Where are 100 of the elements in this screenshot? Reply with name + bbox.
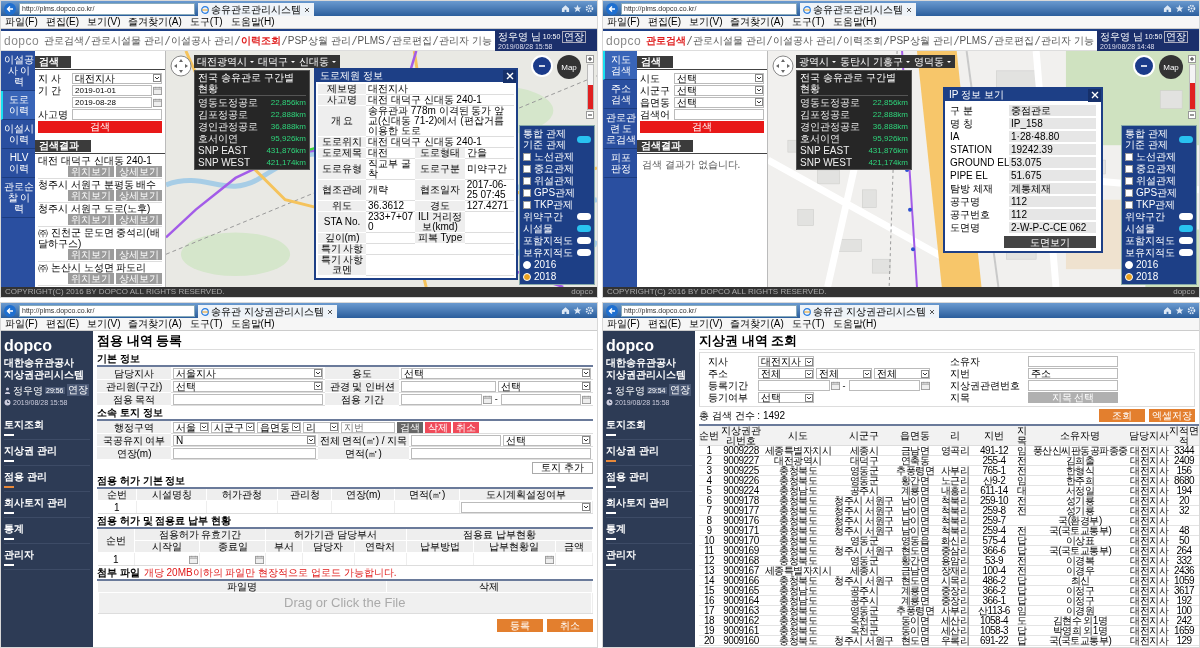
checkbox[interactable] [1125, 200, 1133, 209]
close-icon[interactable] [325, 307, 334, 316]
text-field[interactable] [411, 447, 591, 459]
menu-item[interactable]: 즐겨찾기(A) [128, 318, 182, 330]
dropdown[interactable]: N [173, 434, 316, 446]
nav-link[interactable]: 이력조회 [842, 34, 883, 47]
date-field[interactable] [848, 380, 920, 391]
search-button[interactable]: 검색 [640, 121, 764, 133]
side-tab[interactable]: 도로 이력 [1, 91, 35, 120]
result-title[interactable]: ㈜ 진천군 문도면 중석리(배달하구스) [38, 227, 162, 249]
sidebar-menu-item[interactable]: 통계 [4, 518, 90, 544]
menu-item[interactable]: 편집(E) [45, 318, 80, 330]
menu-item[interactable]: 즐겨찾기(A) [730, 16, 784, 28]
plus-icon[interactable] [1188, 55, 1196, 63]
checkbox[interactable] [523, 188, 531, 197]
dropdown[interactable]: 선택 [503, 434, 591, 446]
text-field[interactable] [173, 447, 316, 459]
dropdown[interactable]: 동탄시 기흥구 [840, 56, 911, 67]
radio-button[interactable] [1125, 272, 1133, 281]
drawing-view-button[interactable]: 도면보기 [1004, 236, 1096, 248]
radio-button[interactable] [523, 260, 531, 269]
menu-item[interactable]: 도구(T) [791, 318, 825, 330]
dropdown[interactable]: 선택 [674, 72, 764, 84]
nav-link[interactable]: 이력조회 [240, 34, 281, 47]
text-field[interactable]: 지번 [341, 421, 395, 433]
toggle-switch[interactable] [1179, 249, 1193, 256]
menu-item[interactable]: 즐겨찾기(A) [730, 318, 784, 330]
toggle-switch[interactable] [577, 237, 591, 244]
checkbox[interactable] [1125, 164, 1133, 173]
sidebar-menu-item[interactable]: 토지조회 [4, 414, 90, 440]
sidebar-menu-item[interactable]: 점용 관리 [4, 466, 90, 492]
calendar-icon[interactable] [544, 554, 554, 564]
back-arrow-icon[interactable] [606, 304, 618, 317]
zoom-slider[interactable] [1188, 64, 1196, 110]
logo[interactable]: dopco [4, 337, 90, 355]
dropdown[interactable]: 대전지사 [758, 356, 814, 367]
extend-button[interactable]: 연장 [1164, 30, 1189, 43]
checkbox[interactable] [523, 164, 531, 173]
dropdown[interactable]: 대덕구 [258, 56, 296, 67]
checkbox[interactable] [1125, 152, 1133, 161]
result-title[interactable]: 대전 대덕구 신대동 240-1 [38, 155, 162, 166]
settings-icon[interactable] [585, 4, 594, 13]
toggle-switch[interactable] [577, 225, 591, 232]
date-field[interactable]: 2019-08-28 [72, 96, 152, 108]
menu-item[interactable]: 파일(F) [607, 16, 640, 28]
calendar-icon[interactable] [830, 381, 840, 390]
sidebar-menu-item[interactable]: 관리자 [4, 544, 90, 570]
text-field[interactable] [674, 108, 764, 120]
calendar-icon[interactable] [254, 554, 264, 564]
star-icon[interactable] [1175, 4, 1184, 13]
side-tab[interactable]: 지도 검색 [603, 51, 637, 80]
date-field[interactable] [758, 380, 830, 391]
toggle-switch[interactable] [577, 249, 591, 256]
menu-item[interactable]: 편집(E) [45, 16, 80, 28]
dropdown[interactable]: 선택 [674, 96, 764, 108]
dropdown[interactable]: 리 [303, 421, 339, 433]
nav-link[interactable]: 관로검색 [44, 34, 85, 47]
dropdown[interactable]: 선택 [173, 380, 324, 392]
nav-link[interactable]: 관로편집 [993, 34, 1034, 47]
dropdown[interactable]: 선택 [498, 380, 591, 392]
menu-item[interactable]: 편집(E) [647, 318, 682, 330]
dropdown[interactable]: 서울지사 [173, 367, 324, 379]
logo[interactable]: dopco [606, 33, 642, 48]
result-title[interactable]: 청주시 서원구 분평동 배수 [38, 179, 162, 190]
nav-link[interactable]: 관로시설물 관리 [91, 34, 164, 47]
nav-link[interactable]: 이설공사 관리 [773, 34, 836, 47]
logo[interactable]: dopco [606, 337, 692, 355]
result-title[interactable]: 청주시 서원구 도로(노후) [38, 203, 162, 214]
nav-link[interactable]: 관로시설물 관리 [693, 34, 766, 47]
minus-icon[interactable] [1188, 111, 1196, 119]
back-arrow-icon[interactable] [606, 2, 618, 15]
pan-control-icon[interactable] [772, 55, 794, 77]
dropdown[interactable]: 서울 [173, 421, 209, 433]
logo[interactable]: dopco [4, 33, 40, 48]
menu-item[interactable]: 도움말(H) [230, 16, 275, 28]
menu-item[interactable]: 도구(T) [791, 16, 825, 28]
star-icon[interactable] [573, 4, 582, 13]
add-land-button[interactable]: 토지 추가 [532, 462, 593, 474]
checkbox[interactable] [523, 152, 531, 161]
home-icon[interactable] [1163, 306, 1172, 315]
text-field[interactable] [173, 393, 324, 405]
extend-button[interactable]: 연장 [66, 384, 89, 396]
radio-button[interactable] [1125, 260, 1133, 269]
sidebar-menu-item[interactable]: 지상권 관리 [606, 440, 692, 466]
calendar-icon[interactable] [153, 85, 162, 95]
dropdown[interactable]: 전체 [874, 368, 930, 379]
menu-item[interactable]: 도구(T) [189, 318, 223, 330]
back-arrow-icon[interactable] [4, 304, 16, 317]
menu-item[interactable]: 파일(F) [5, 318, 38, 330]
sidebar-menu-item[interactable]: 지상권 관리 [4, 440, 90, 466]
text-field[interactable] [401, 380, 497, 392]
settings-icon[interactable] [1187, 306, 1196, 315]
nav-link[interactable]: PSP상월 관리 [889, 34, 953, 47]
text-field[interactable] [72, 108, 162, 120]
close-icon[interactable] [303, 5, 311, 14]
toggle-switch[interactable] [577, 213, 591, 220]
calendar-icon[interactable] [921, 381, 930, 390]
dropdown[interactable]: 영덕동 [913, 56, 952, 67]
dropdown[interactable]: 시군구 [211, 421, 255, 433]
checkbox[interactable] [523, 176, 531, 185]
